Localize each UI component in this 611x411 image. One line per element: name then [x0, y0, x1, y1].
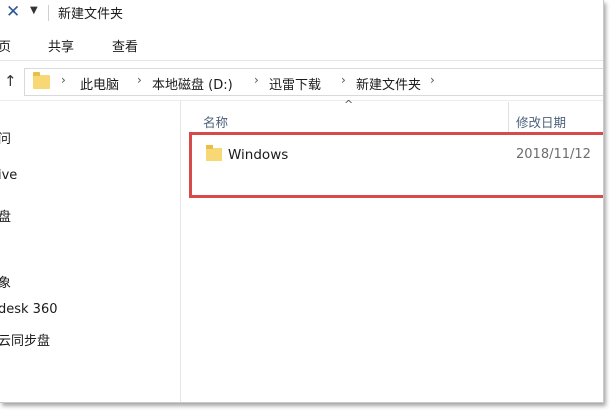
column-header-name[interactable]: 名称 — [203, 112, 228, 131]
up-arrow-icon[interactable]: ↑ — [4, 72, 17, 90]
column-divider[interactable] — [508, 102, 509, 134]
explorer-window: ✕ ▼ 新建文件夹 页 共享 查看 ↑ › 此电脑 › 本地磁盘 (D:) › … — [0, 0, 604, 403]
column-header-date[interactable]: 修改日期 — [516, 112, 566, 131]
navigation-bar: ↑ › 此电脑 › 本地磁盘 (D:) › 迅雷下载 › 新建文件夹 › — [0, 62, 603, 101]
window-title: 新建文件夹 — [58, 7, 124, 22]
nav-item-desk360[interactable]: desk 360 — [0, 302, 58, 317]
title-bar: ✕ ▼ 新建文件夹 — [0, 0, 603, 26]
chevron-right-icon[interactable]: › — [430, 73, 435, 87]
chevron-right-icon[interactable]: › — [61, 73, 66, 87]
chevron-right-icon[interactable]: › — [137, 73, 142, 87]
breadcrumb-new-folder[interactable]: 新建文件夹 — [356, 74, 421, 93]
close-icon[interactable]: ✕ — [6, 2, 20, 22]
ribbon-tabs: 页 共享 查看 — [0, 30, 603, 61]
sort-up-icon: ^ — [344, 98, 354, 111]
highlight-box — [189, 132, 603, 198]
nav-item-quick-access[interactable]: 问 — [0, 128, 11, 147]
nav-item-cloud-sync[interactable]: 云同步盘 — [0, 330, 50, 349]
quick-access-arrow-icon[interactable]: ▼ — [30, 5, 38, 16]
folder-icon — [33, 72, 50, 89]
breadcrumb-xunlei-download[interactable]: 迅雷下载 — [269, 74, 321, 93]
address-bar[interactable]: › 此电脑 › 本地磁盘 (D:) › 迅雷下载 › 新建文件夹 › — [24, 68, 603, 96]
nav-item-onedrive[interactable]: ive — [0, 168, 17, 183]
navigation-pane: 问 ive 盘 象 desk 360 云同步盘 — [0, 100, 181, 402]
chevron-right-icon[interactable]: › — [341, 73, 346, 87]
nav-item-objects[interactable]: 象 — [0, 272, 11, 291]
nav-item-disk[interactable]: 盘 — [0, 206, 11, 225]
chevron-right-icon[interactable]: › — [254, 73, 259, 87]
tab-share[interactable]: 共享 — [48, 36, 74, 55]
title-separator — [48, 5, 49, 21]
tab-view[interactable]: 查看 — [112, 36, 138, 55]
tab-page[interactable]: 页 — [0, 36, 11, 55]
breadcrumb-this-pc[interactable]: 此电脑 — [80, 74, 119, 93]
breadcrumb-local-disk[interactable]: 本地磁盘 (D:) — [152, 74, 233, 93]
